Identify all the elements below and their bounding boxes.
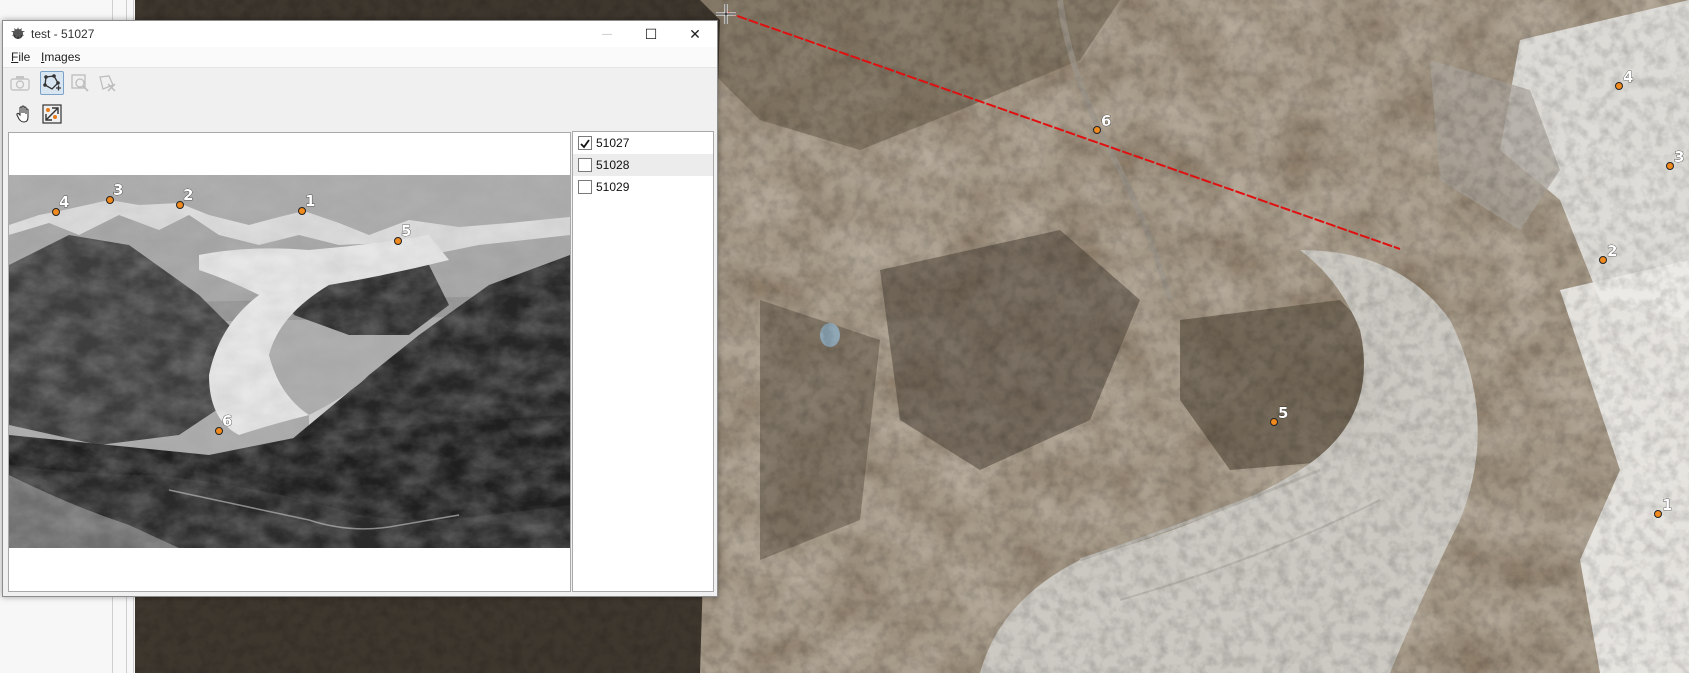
- oblique-photo[interactable]: 1 2 3 4 5 6: [9, 175, 570, 548]
- tie-window[interactable]: test - 51027 — ☐ ✕ File Images 1 2 3 4 5…: [2, 20, 718, 597]
- photo-view[interactable]: 1 2 3 4 5 6: [8, 132, 571, 592]
- checkmark-icon: [580, 139, 590, 149]
- photo-point-2-label: 2: [183, 186, 193, 204]
- map-point-6-label: 6: [1101, 112, 1111, 130]
- photo-point-5-label: 5: [401, 222, 411, 240]
- map-point-2-marker[interactable]: [1599, 256, 1607, 264]
- camera-icon: [10, 76, 30, 91]
- maximize-button[interactable]: ☐: [629, 21, 673, 47]
- menu-bar: File Images: [3, 47, 717, 68]
- photo-point-3-label: 3: [113, 181, 123, 199]
- app-icon: [11, 27, 25, 39]
- close-icon: ✕: [689, 25, 701, 42]
- menu-file[interactable]: File: [11, 50, 30, 64]
- fit-view-button[interactable]: [40, 102, 64, 126]
- delete-tiepoint-button[interactable]: [95, 71, 119, 95]
- image-list-label: 51029: [596, 180, 630, 194]
- map-point-6-marker[interactable]: [1093, 126, 1101, 134]
- map-point-2-label: 2: [1607, 242, 1617, 260]
- camera-button[interactable]: [8, 71, 32, 95]
- image-list-item[interactable]: 51029: [573, 176, 713, 198]
- zoom-selection-icon: [71, 74, 89, 92]
- photo-point-4-label: 4: [59, 193, 69, 211]
- minimize-icon: —: [602, 28, 612, 40]
- photo-point-1-label: 1: [305, 192, 315, 210]
- map-point-3-label: 3: [1674, 148, 1684, 166]
- map-point-3-marker[interactable]: [1666, 162, 1674, 170]
- add-tiepoint-icon: [43, 74, 61, 91]
- maximize-icon: ☐: [644, 25, 658, 42]
- map-point-4-label: 4: [1623, 68, 1633, 86]
- photo-point-6-label: 6: [222, 412, 232, 430]
- image-list-item[interactable]: 51028: [573, 154, 713, 176]
- fit-view-icon: [42, 104, 62, 124]
- image-checkbox[interactable]: [578, 158, 592, 172]
- zoom-selection-button[interactable]: [68, 71, 92, 95]
- image-checkbox[interactable]: [578, 180, 592, 194]
- image-checkbox[interactable]: [578, 136, 592, 150]
- map-point-4-marker[interactable]: [1615, 82, 1623, 90]
- map-point-5-label: 5: [1278, 404, 1288, 422]
- minimize-button[interactable]: —: [585, 21, 629, 47]
- delete-tiepoint-icon: [99, 75, 116, 92]
- image-list-label: 51028: [596, 158, 630, 172]
- title-bar[interactable]: test - 51027 — ☐ ✕: [3, 21, 717, 47]
- menu-images[interactable]: Images: [41, 50, 80, 64]
- pan-hand-icon: [16, 105, 29, 123]
- image-list[interactable]: 51027 51028 51029: [572, 131, 714, 592]
- add-tiepoint-button[interactable]: [40, 71, 64, 95]
- image-list-label: 51027: [596, 136, 630, 150]
- map-point-1-marker[interactable]: [1654, 510, 1662, 518]
- image-list-item[interactable]: 51027: [573, 132, 713, 154]
- pan-button[interactable]: [12, 102, 36, 126]
- map-point-1-label: 1: [1662, 496, 1672, 514]
- window-title: test - 51027: [31, 27, 95, 41]
- close-button[interactable]: ✕: [673, 21, 717, 47]
- map-point-5-marker[interactable]: [1270, 418, 1278, 426]
